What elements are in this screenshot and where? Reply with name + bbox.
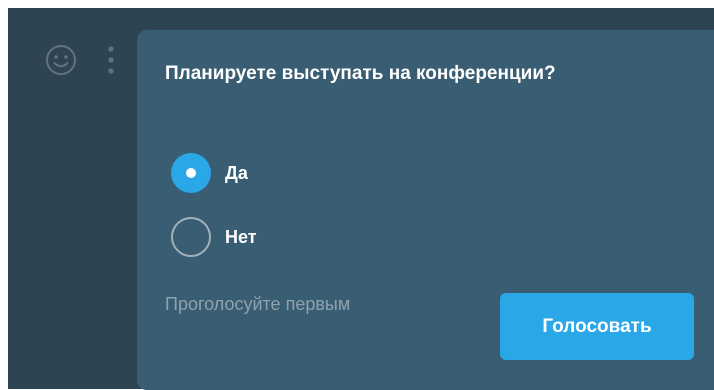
poll-popup: Планируете выступать на конференции? Да …: [137, 30, 714, 390]
chat-background: Планируете выступать на конференции? Да …: [8, 8, 714, 390]
vote-button[interactable]: Голосовать: [500, 293, 694, 360]
poll-option-label: Да: [225, 162, 248, 183]
poll-option-yes[interactable]: Да: [171, 153, 248, 193]
smiley-icon[interactable]: [45, 44, 77, 76]
poll-question: Планируете выступать на конференции?: [165, 63, 556, 84]
poll-option-label: Нет: [225, 226, 257, 247]
poll-hint: Проголосуйте первым: [165, 294, 351, 314]
radio-selected-icon[interactable]: [171, 153, 211, 193]
more-vertical-icon[interactable]: [108, 44, 114, 76]
radio-unselected-icon[interactable]: [171, 217, 211, 257]
poll-option-no[interactable]: Нет: [171, 217, 257, 257]
